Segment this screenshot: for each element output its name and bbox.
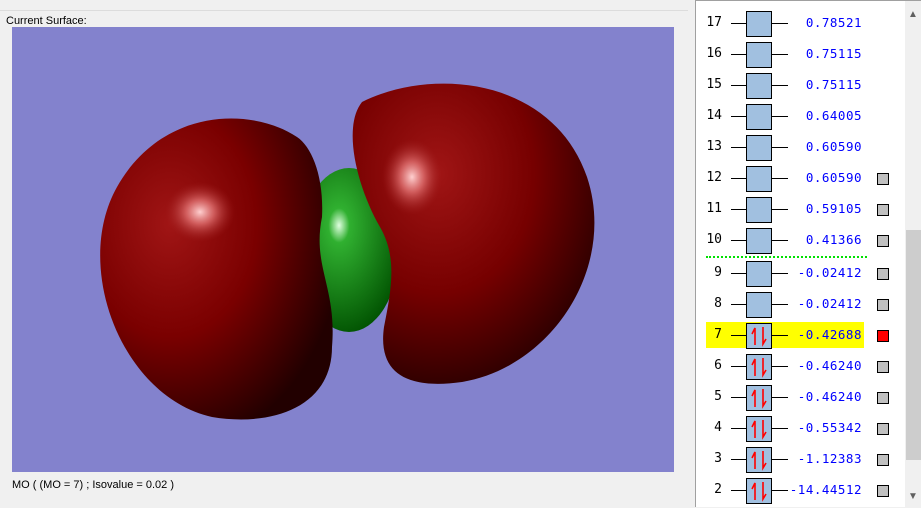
red-lobe-right (352, 83, 595, 384)
orbital-box[interactable] (746, 11, 772, 37)
surface-toggle-checkbox[interactable] (877, 235, 889, 247)
orbital-number: 3 (714, 451, 722, 466)
surface-toggle-checkbox[interactable] (877, 299, 889, 311)
orbital-box[interactable] (746, 292, 772, 318)
orbital-number: 13 (706, 139, 722, 154)
orbital-box[interactable] (746, 104, 772, 130)
orbital-row-13[interactable]: 13 0.60590 (696, 133, 906, 161)
group-label: Current Surface: (4, 15, 89, 27)
orbital-box[interactable] (746, 73, 772, 99)
surface-toggle-checkbox[interactable] (877, 392, 889, 404)
orbital-number: 16 (706, 46, 722, 61)
orbital-energy: -0.46240 (797, 358, 862, 373)
electron-pair-icon (751, 389, 767, 409)
red-lobe-left (100, 118, 333, 420)
electron-pair-icon (751, 358, 767, 378)
orbital-energy: -0.02412 (797, 296, 862, 311)
surface-caption: MO ( (MO = 7) ; Isovalue = 0.02 ) (12, 479, 174, 491)
electron-pair-icon (751, 451, 767, 471)
orbital-row-16[interactable]: 16 0.75115 (696, 40, 906, 68)
orbital-energy: 0.60590 (805, 170, 862, 185)
orbital-energy: 0.64005 (805, 108, 862, 123)
orbital-row-9[interactable]: 9 -0.02412 (696, 259, 906, 287)
scrollbar-thumb[interactable] (906, 230, 921, 460)
orbital-row-12[interactable]: 12 0.60590 (696, 164, 906, 192)
surface-toggle-checkbox[interactable] (877, 361, 889, 373)
electron-pair-icon (751, 420, 767, 440)
orbital-row-3[interactable]: 3 -1.12383 (696, 445, 906, 473)
orbital-row-17[interactable]: 17 0.78521 (696, 9, 906, 37)
orbital-number: 14 (706, 108, 722, 123)
orbital-energy: -0.46240 (797, 389, 862, 404)
orbital-box[interactable] (746, 416, 772, 442)
orbital-number: 7 (714, 327, 722, 342)
orbital-box[interactable] (746, 166, 772, 192)
orbital-row-11[interactable]: 11 0.59105 (696, 195, 906, 223)
orbital-surface (100, 83, 595, 420)
surface-toggle-checkbox[interactable] (877, 423, 889, 435)
orbital-number: 10 (706, 232, 722, 247)
orbital-energy: -0.02412 (797, 265, 862, 280)
orbital-number: 5 (714, 389, 722, 404)
orbital-box[interactable] (746, 42, 772, 68)
orbital-energy: -0.55342 (797, 420, 862, 435)
surface-toggle-checkbox[interactable] (877, 173, 889, 185)
scroll-down-icon[interactable]: ▼ (905, 491, 921, 502)
orbital-number: 11 (706, 201, 722, 216)
orbital-box[interactable] (746, 478, 772, 504)
surface-toggle-checkbox[interactable] (877, 485, 889, 497)
orbital-row-6[interactable]: 6 -0.46240 (696, 352, 906, 380)
orbital-box[interactable] (746, 261, 772, 287)
surface-toggle-checkbox[interactable] (877, 454, 889, 466)
orbital-box[interactable] (746, 135, 772, 161)
orbital-number: 17 (706, 15, 722, 30)
scroll-up-icon[interactable]: ▲ (905, 9, 921, 20)
orbital-row-8[interactable]: 8 -0.02412 (696, 290, 906, 318)
orbital-box[interactable] (746, 323, 772, 349)
orbital-row-7[interactable]: 7 -0.42688 (696, 321, 906, 349)
orbital-row-5[interactable]: 5 -0.46240 (696, 383, 906, 411)
orbital-box[interactable] (746, 447, 772, 473)
orbital-row-10[interactable]: 10 0.41366 (696, 226, 906, 254)
orbital-row-2[interactable]: 2 -14.44512 (696, 476, 906, 504)
orbital-energy: -14.44512 (789, 482, 862, 497)
orbital-number: 6 (714, 358, 722, 373)
orbital-number: 4 (714, 420, 722, 435)
orbital-box[interactable] (746, 228, 772, 254)
surface-toggle-checkbox[interactable] (877, 204, 889, 216)
electron-pair-icon (751, 482, 767, 502)
orbital-energy: 0.60590 (805, 139, 862, 154)
orbital-energy: 0.78521 (805, 15, 862, 30)
surface-toggle-checkbox[interactable] (877, 330, 889, 342)
orbital-number: 15 (706, 77, 722, 92)
orbital-number: 2 (714, 482, 722, 497)
orbital-row-14[interactable]: 14 0.64005 (696, 102, 906, 130)
orbital-box[interactable] (746, 354, 772, 380)
orbital-3d-viewport[interactable] (12, 27, 674, 472)
orbital-energy: -0.42688 (797, 327, 862, 342)
orbital-number: 9 (714, 265, 722, 280)
homo-lumo-separator (706, 256, 867, 258)
vertical-scrollbar[interactable]: ▲ ▼ (905, 1, 921, 507)
orbital-number: 8 (714, 296, 722, 311)
orbital-energy: -1.12383 (797, 451, 862, 466)
orbital-energy: 0.59105 (805, 201, 862, 216)
electron-pair-icon (751, 327, 767, 347)
surface-toggle-checkbox[interactable] (877, 268, 889, 280)
orbital-row-4[interactable]: 4 -0.55342 (696, 414, 906, 442)
orbital-box[interactable] (746, 197, 772, 223)
mo-energy-diagram: 17 0.78521 16 0.75115 15 0.75115 14 0.64005 13 0.… (695, 0, 921, 507)
orbital-number: 12 (706, 170, 722, 185)
orbital-row-15[interactable]: 15 0.75115 (696, 71, 906, 99)
orbital-energy: 0.75115 (805, 77, 862, 92)
orbital-energy: 0.41366 (805, 232, 862, 247)
orbital-box[interactable] (746, 385, 772, 411)
orbital-energy: 0.75115 (805, 46, 862, 61)
